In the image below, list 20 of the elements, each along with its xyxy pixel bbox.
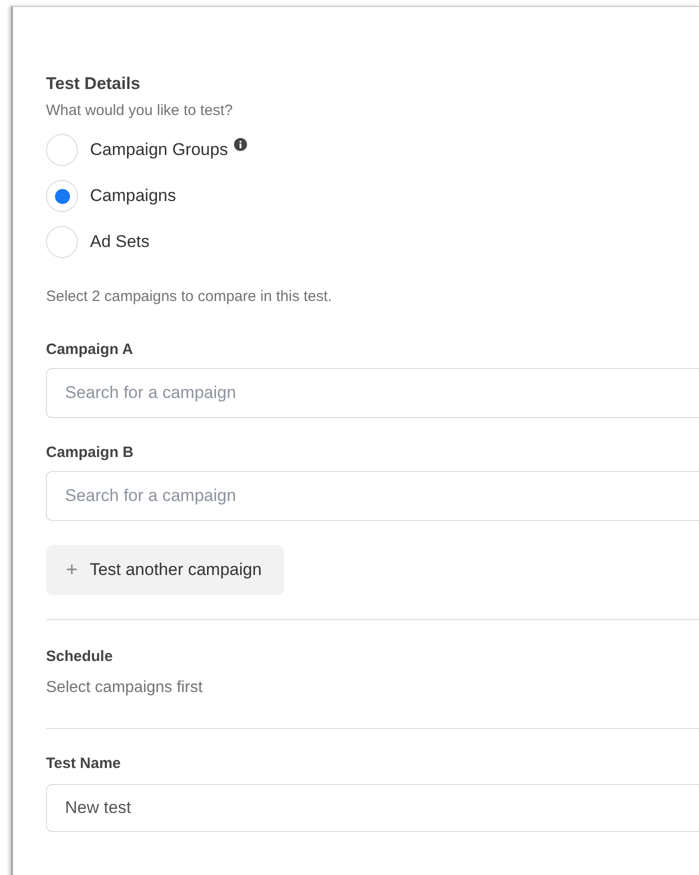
schedule-title: Schedule xyxy=(46,648,114,665)
test-name-label: Test Name xyxy=(46,755,122,772)
question-text: What would you like to test? xyxy=(46,102,234,119)
info-icon[interactable] xyxy=(234,138,247,151)
field-label: Campaign A xyxy=(46,341,134,358)
option-label: Campaigns xyxy=(90,186,176,206)
campaign-search-field[interactable]: Search for a campaign xyxy=(46,471,699,521)
campaign-search-field[interactable]: Search for a campaign xyxy=(46,368,699,418)
section-title: Test Details xyxy=(46,74,142,95)
schedule-note: Select campaigns first xyxy=(46,679,204,697)
option-label: Campaign Groups xyxy=(90,140,228,160)
field-label: Campaign B xyxy=(46,444,135,461)
plus-icon: + xyxy=(66,558,78,582)
radio-button[interactable] xyxy=(46,226,78,258)
add-campaign-button[interactable]: + Test another campaign xyxy=(46,545,284,595)
test-name-field[interactable]: New test xyxy=(46,784,699,832)
option-label: Ad Sets xyxy=(90,232,150,252)
instruction-text: Select 2 campaigns to compare in this test. xyxy=(46,288,333,305)
radio-button[interactable] xyxy=(46,180,78,212)
radio-button[interactable] xyxy=(46,134,78,166)
